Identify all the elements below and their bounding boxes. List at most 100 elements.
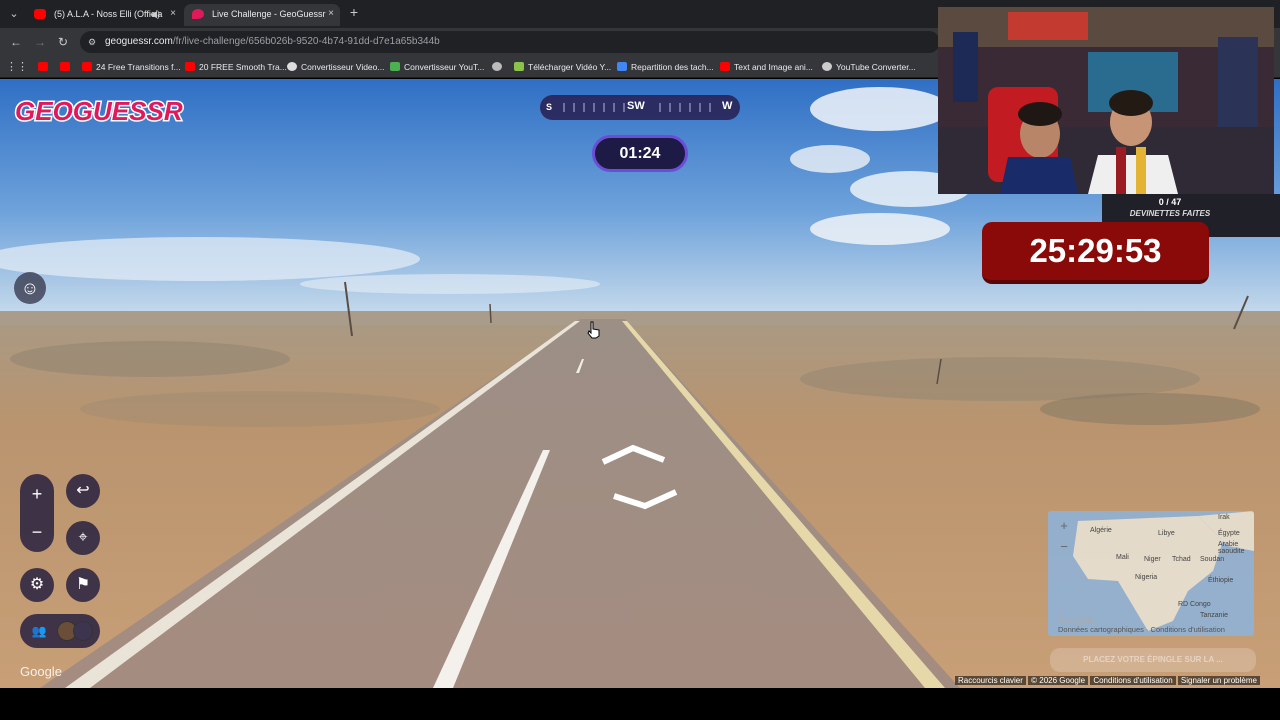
back-arrow-icon[interactable]: ←	[8, 34, 24, 50]
tab-title: (5) A.L.A - Noss Elli (Officia	[54, 9, 163, 19]
converter-icon	[390, 62, 400, 71]
bookmark-label: 24 Free Transitions f...	[96, 62, 181, 72]
close-tab-icon[interactable]: ×	[328, 4, 334, 24]
url-text: geoguessr.com/fr/live-challenge/656b026b…	[105, 31, 440, 53]
bookmark-item[interactable]	[38, 56, 52, 78]
terms-link[interactable]: Conditions d'utilisation	[1090, 676, 1176, 685]
smiley-icon: ☺	[20, 278, 40, 298]
copyright-text: © 2026 Google	[1028, 676, 1089, 685]
bookmark-label: Télécharger Vidéo Y...	[528, 62, 612, 72]
map-label: Arabie saoudite	[1218, 541, 1245, 555]
apps-grid-icon[interactable]: ⋮⋮	[6, 56, 28, 78]
bookmark-item[interactable]: Convertisseur Video...	[287, 56, 384, 78]
map-credit: Données cartographiques · Conditions d'u…	[1058, 625, 1225, 634]
bookmark-item[interactable]: Télécharger Vidéo Y...	[514, 56, 611, 78]
new-tab-button[interactable]: +	[346, 4, 362, 20]
map-label: Tanzanie	[1200, 612, 1229, 619]
geoguessr-favicon-icon	[192, 9, 204, 19]
compass-label-s: S	[546, 102, 553, 112]
site-info-icon[interactable]: ⚙	[88, 36, 100, 48]
docs-icon	[617, 62, 627, 71]
bookmark-item[interactable]	[60, 56, 74, 78]
youtube-favicon-icon	[34, 9, 46, 19]
bookmark-item[interactable]	[492, 56, 506, 78]
geoguessr-logo[interactable]: GEOGUESSR	[14, 94, 184, 127]
webcam-overlay	[938, 7, 1274, 194]
compass-label-w: W	[722, 100, 733, 112]
forward-arrow-icon[interactable]: →	[32, 34, 48, 50]
close-tab-icon[interactable]: ×	[170, 4, 176, 24]
hand-cursor-icon	[587, 321, 600, 339]
compass-label-sw: SW	[627, 100, 645, 112]
globe-icon	[822, 62, 832, 71]
map-label: Éthiopie	[1208, 577, 1234, 584]
globe-icon	[492, 62, 502, 71]
bookmark-label: Text and Image ani...	[734, 62, 813, 72]
speaker-icon[interactable]: ◀)	[150, 4, 160, 24]
globe-icon	[287, 62, 297, 71]
zoom-control: + −	[20, 474, 54, 552]
youtube-icon	[185, 62, 195, 71]
bookmark-label: YouTube Converter...	[836, 62, 916, 72]
stream-timer: 25:29:53	[982, 222, 1209, 284]
map-zoom-in-button[interactable]: +	[1056, 518, 1072, 534]
tab-title: Live Challenge - GeoGuessr	[212, 9, 326, 19]
bookmark-item[interactable]: Text and Image ani...	[720, 56, 813, 78]
move-forward-arrow[interactable]	[601, 444, 666, 465]
players-button[interactable]: 👥	[20, 614, 100, 648]
zoom-in-button[interactable]: +	[20, 476, 54, 512]
players-icon: 👥	[31, 624, 47, 638]
url-field[interactable]: ⚙ geoguessr.com/fr/live-challenge/656b02…	[80, 31, 940, 53]
map-label: Mali	[1116, 554, 1129, 561]
bottom-bar	[0, 688, 1280, 720]
place-pin-button[interactable]: PLACEZ VOTRE ÉPINGLE SUR LA ...	[1050, 648, 1256, 672]
url-path: /fr/live-challenge/656b026b-9520-4b74-91…	[172, 36, 440, 47]
emote-button[interactable]: ☺	[14, 272, 46, 304]
settings-button[interactable]: ⚙	[20, 568, 54, 602]
move-backward-arrow[interactable]	[613, 489, 678, 510]
report-problem-link[interactable]: Signaler un problème	[1177, 676, 1260, 685]
tab-geoguessr[interactable]: Live Challenge - GeoGuessr ×	[184, 4, 340, 26]
map-label: Algérie	[1090, 527, 1112, 534]
map-label: Niger	[1144, 556, 1161, 563]
map-label: Nigeria	[1135, 574, 1158, 581]
guess-count: 0 / 47	[1158, 197, 1182, 207]
youtube-icon	[82, 62, 92, 71]
undo-move-button[interactable]: ↩	[66, 474, 100, 508]
location-pin-icon: ⌖	[78, 529, 88, 546]
logo-text: GEOGUESSR	[15, 96, 183, 126]
screen: ⌄ (5) A.L.A - Noss Elli (Officia ◀) × Li…	[0, 0, 1280, 720]
bookmark-item[interactable]: Repartition des tach...	[617, 56, 714, 78]
footer-links: Raccourcis clavier © 2026 Google Conditi…	[955, 676, 1260, 688]
bookmark-label: Repartition des tach...	[631, 62, 714, 72]
tab-search-chevron-icon[interactable]: ⌄	[6, 6, 22, 22]
tab-youtube[interactable]: (5) A.L.A - Noss Elli (Officia ◀) ×	[26, 4, 182, 26]
reload-icon[interactable]: ↻	[55, 34, 71, 50]
map-label: Soudan	[1200, 556, 1225, 563]
keyboard-shortcuts-link[interactable]: Raccourcis clavier	[955, 676, 1026, 685]
gear-icon: ⚙	[29, 576, 45, 593]
bookmark-item[interactable]: 24 Free Transitions f...	[82, 56, 181, 78]
flag-icon: ⚑	[75, 576, 91, 593]
youtube-icon	[60, 62, 70, 71]
bookmark-item[interactable]: Convertisseur YouT...	[390, 56, 484, 78]
map-label: Égypte	[1218, 530, 1240, 537]
round-timer: 01:24	[592, 135, 688, 172]
map-label: Libye	[1158, 530, 1175, 537]
return-arrow-icon: ↩	[76, 482, 90, 499]
youtube-icon	[38, 62, 48, 71]
bookmark-label: 20 FREE Smooth Tra...	[199, 62, 287, 72]
bookmark-item[interactable]: YouTube Converter...	[822, 56, 916, 78]
return-to-start-button[interactable]: ⌖	[66, 521, 100, 555]
youtube-icon	[720, 62, 730, 71]
move-arrows[interactable]	[598, 440, 683, 512]
map-zoom-out-button[interactable]: −	[1056, 539, 1072, 555]
bookmark-label: Convertisseur YouT...	[404, 62, 485, 72]
avatar	[73, 621, 93, 641]
map-label: RD Congo	[1178, 601, 1211, 608]
download-icon	[514, 62, 524, 71]
bookmark-item[interactable]: 20 FREE Smooth Tra...	[185, 56, 287, 78]
flag-button[interactable]: ⚑	[66, 568, 100, 602]
google-watermark: Google	[20, 664, 62, 679]
zoom-out-button[interactable]: −	[20, 514, 54, 550]
